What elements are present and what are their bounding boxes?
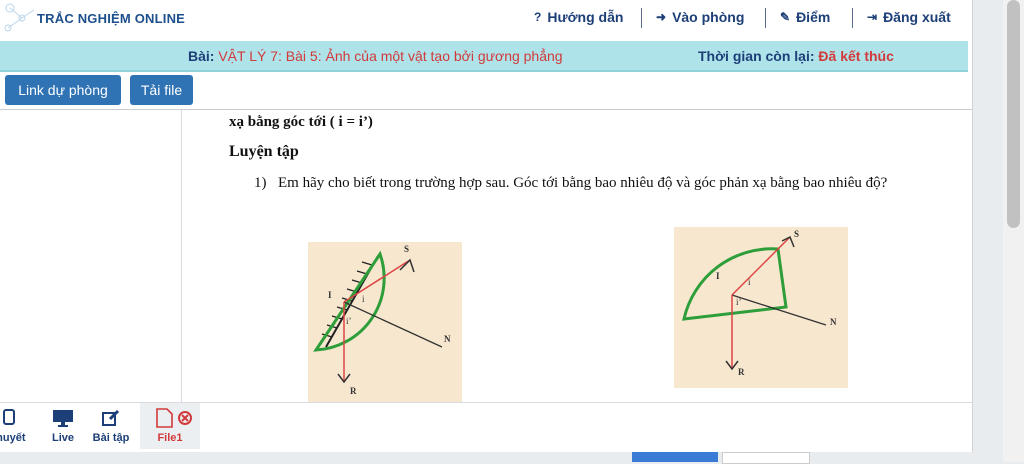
time-label: Thời gian còn lại:	[698, 48, 815, 64]
login-icon: ➜	[656, 10, 667, 24]
nav-divider	[852, 8, 853, 28]
tab-theory[interactable]: thuyết	[0, 403, 32, 449]
tab-file1-label: File1	[157, 432, 183, 444]
label-s: S	[404, 244, 409, 254]
tab-theory-label: thuyết	[0, 432, 26, 444]
app-window: TRẮC NGHIỆM ONLINE ? Hướng dẫn ➜ Vào phò…	[0, 0, 973, 452]
question-number: 1)	[254, 175, 267, 191]
left-panel	[0, 110, 182, 402]
time-value: Đã kết thúc	[818, 48, 894, 64]
label-r: R	[738, 367, 745, 377]
file-icon	[140, 408, 200, 432]
label-i-point: I	[328, 290, 332, 300]
tab-live[interactable]: Live	[40, 403, 86, 449]
edit-icon: ✎	[780, 10, 791, 24]
document-viewer[interactable]: xạ bằng góc tới ( i = i’) Luyện tập 1) E…	[182, 110, 972, 402]
nav-logout-label: Đăng xuất	[883, 9, 951, 25]
nav-logout[interactable]: ⇥ Đăng xuất	[867, 9, 951, 25]
label-i-prime: i’	[346, 316, 352, 326]
tab-file1[interactable]: File1	[140, 403, 200, 449]
lesson-bar: Bài: VẬT LÝ 7: Bài 5: Ảnh của một vật tạ…	[0, 41, 968, 72]
edit-icon	[88, 408, 134, 432]
vertical-scrollbar[interactable]	[1003, 0, 1024, 462]
tab-exercise-label: Bài tập	[92, 432, 130, 444]
reflection-figure-1: S I i i’ N R	[308, 242, 462, 402]
backup-link-button[interactable]: Link dự phòng	[5, 75, 121, 105]
tab-live-label: Live	[51, 432, 74, 444]
label-r: R	[350, 386, 357, 396]
logout-icon: ⇥	[867, 10, 878, 24]
lesson-title: Bài: VẬT LÝ 7: Bài 5: Ảnh của một vật tạ…	[188, 48, 563, 64]
nav-divider	[641, 8, 642, 28]
question-text: Em hãy cho biết trong trường hợp sau. Gó…	[278, 175, 888, 191]
partial-button[interactable]	[632, 452, 718, 462]
label-n: N	[830, 317, 837, 327]
label-i-prime: i’	[736, 297, 742, 307]
nav-enter-room-label: Vào phòng	[672, 9, 745, 25]
scrollbar-thumb[interactable]	[1007, 0, 1020, 228]
brand-title[interactable]: TRẮC NGHIỆM ONLINE	[37, 11, 185, 26]
content-line: xạ bằng góc tới ( i = i’)	[229, 114, 373, 130]
nav-help[interactable]: ? Hướng dẫn	[534, 9, 623, 25]
question-icon: ?	[534, 10, 542, 24]
nav-score[interactable]: ✎ Điểm	[780, 9, 830, 25]
time-remaining: Thời gian còn lại: Đã kết thúc	[698, 48, 894, 64]
nav-score-label: Điểm	[796, 9, 831, 25]
label-s: S	[794, 229, 799, 239]
reflection-figure-2: S I i i’ N R	[674, 227, 848, 388]
tab-exercise[interactable]: Bài tập	[88, 403, 134, 449]
nav-enter-room[interactable]: ➜ Vào phòng	[656, 9, 744, 25]
lesson-name: VẬT LÝ 7: Bài 5: Ảnh của một vật tạo bởi…	[218, 48, 563, 64]
bottom-tab-bar: thuyết Live Bài tập File1	[0, 402, 972, 452]
partial-field[interactable]	[722, 452, 810, 464]
label-n: N	[444, 334, 451, 344]
nav-divider	[765, 8, 766, 28]
top-bar: TRẮC NGHIỆM ONLINE ? Hướng dẫn ➜ Vào phò…	[0, 0, 972, 38]
monitor-icon	[40, 408, 86, 432]
lesson-prefix: Bài:	[188, 48, 215, 64]
label-i-point: I	[716, 271, 720, 281]
nav-help-label: Hướng dẫn	[547, 9, 624, 25]
tablet-icon	[0, 408, 32, 432]
download-file-button[interactable]: Tải file	[130, 75, 193, 105]
section-heading: Luyện tập	[229, 143, 299, 160]
